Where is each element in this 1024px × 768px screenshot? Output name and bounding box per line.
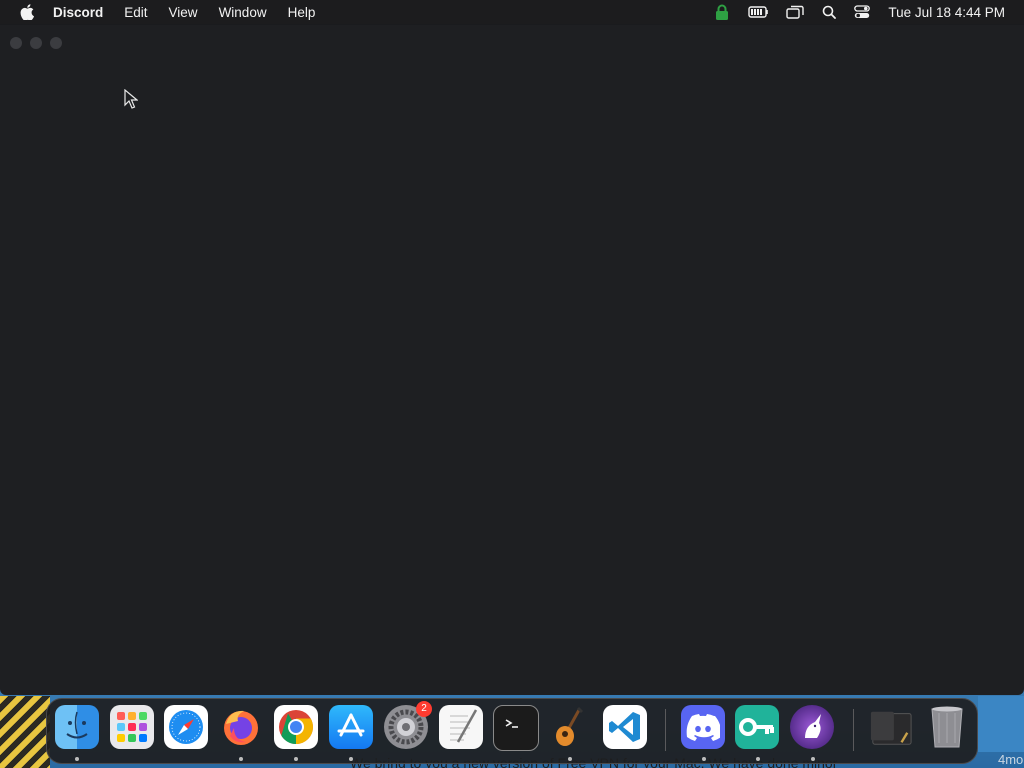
dock-finder-icon[interactable] (55, 705, 99, 749)
dock-launchpad-icon[interactable] (110, 705, 154, 749)
system-settings-badge: 2 (416, 701, 432, 717)
dock-app-store-running-dot (349, 757, 353, 761)
dock-vpn-key-running-dot (756, 757, 760, 761)
mouse-cursor-icon (124, 88, 139, 114)
dock-trash-icon[interactable] (925, 705, 969, 749)
dock-firefox-icon[interactable] (219, 705, 263, 749)
dock-chrome-icon[interactable] (274, 705, 318, 749)
dock-separator-2 (853, 709, 854, 751)
dock-vpn-key-icon[interactable] (735, 705, 779, 749)
menu-bar: Discord Edit View Window Help Tue Jul 18… (0, 0, 1024, 24)
dock-safari-icon[interactable] (164, 705, 208, 749)
dock-app-store-icon[interactable] (329, 705, 373, 749)
dock-finder-running-dot (75, 757, 79, 761)
dock-system-settings-icon[interactable]: 2 (384, 701, 432, 749)
dock-separator (665, 709, 666, 751)
dock-discord-icon[interactable] (681, 705, 725, 749)
dock-textedit-icon[interactable] (439, 705, 483, 749)
dock-chrome-running-dot (294, 757, 298, 761)
apple-menu-icon[interactable] (19, 4, 35, 20)
dock: 2 (46, 698, 978, 764)
desktop-background-window (978, 696, 1024, 752)
menu-bar-status-area: Tue Jul 18 4:44 PM (714, 0, 1024, 24)
window-traffic-lights (10, 37, 70, 49)
menu-bar-clock[interactable]: Tue Jul 18 4:44 PM (888, 5, 1005, 20)
dock-garageband-running-dot (568, 757, 572, 761)
spotlight-search-icon[interactable] (822, 5, 837, 19)
desktop-wallpaper-stripes (0, 696, 50, 768)
menu-window[interactable]: Window (219, 5, 267, 20)
dock-unicorn-vpn-icon[interactable] (790, 705, 834, 749)
vpn-lock-icon[interactable] (714, 4, 730, 20)
control-center-icon[interactable] (854, 5, 871, 19)
dock-vscode-icon[interactable] (603, 705, 647, 749)
screen-mirroring-icon[interactable] (786, 5, 805, 19)
menu-app-name[interactable]: Discord (53, 5, 103, 20)
discord-window (0, 25, 1024, 695)
battery-icon[interactable] (748, 5, 769, 19)
close-window-button[interactable] (10, 37, 22, 49)
dock-garageband-icon[interactable] (548, 705, 592, 749)
dock-terminal-icon[interactable] (493, 705, 539, 751)
menu-help[interactable]: Help (288, 5, 316, 20)
menu-edit[interactable]: Edit (124, 5, 147, 20)
minimize-window-button[interactable] (30, 37, 42, 49)
dock-firefox-running-dot (239, 757, 243, 761)
dock-unicorn-vpn-running-dot (811, 757, 815, 761)
menu-view[interactable]: View (169, 5, 198, 20)
dock-downloads-stack-icon[interactable] (869, 705, 913, 749)
dock-discord-running-dot (702, 757, 706, 761)
zoom-window-button[interactable] (50, 37, 62, 49)
desktop-background-right-text: 4mo (998, 752, 1024, 767)
